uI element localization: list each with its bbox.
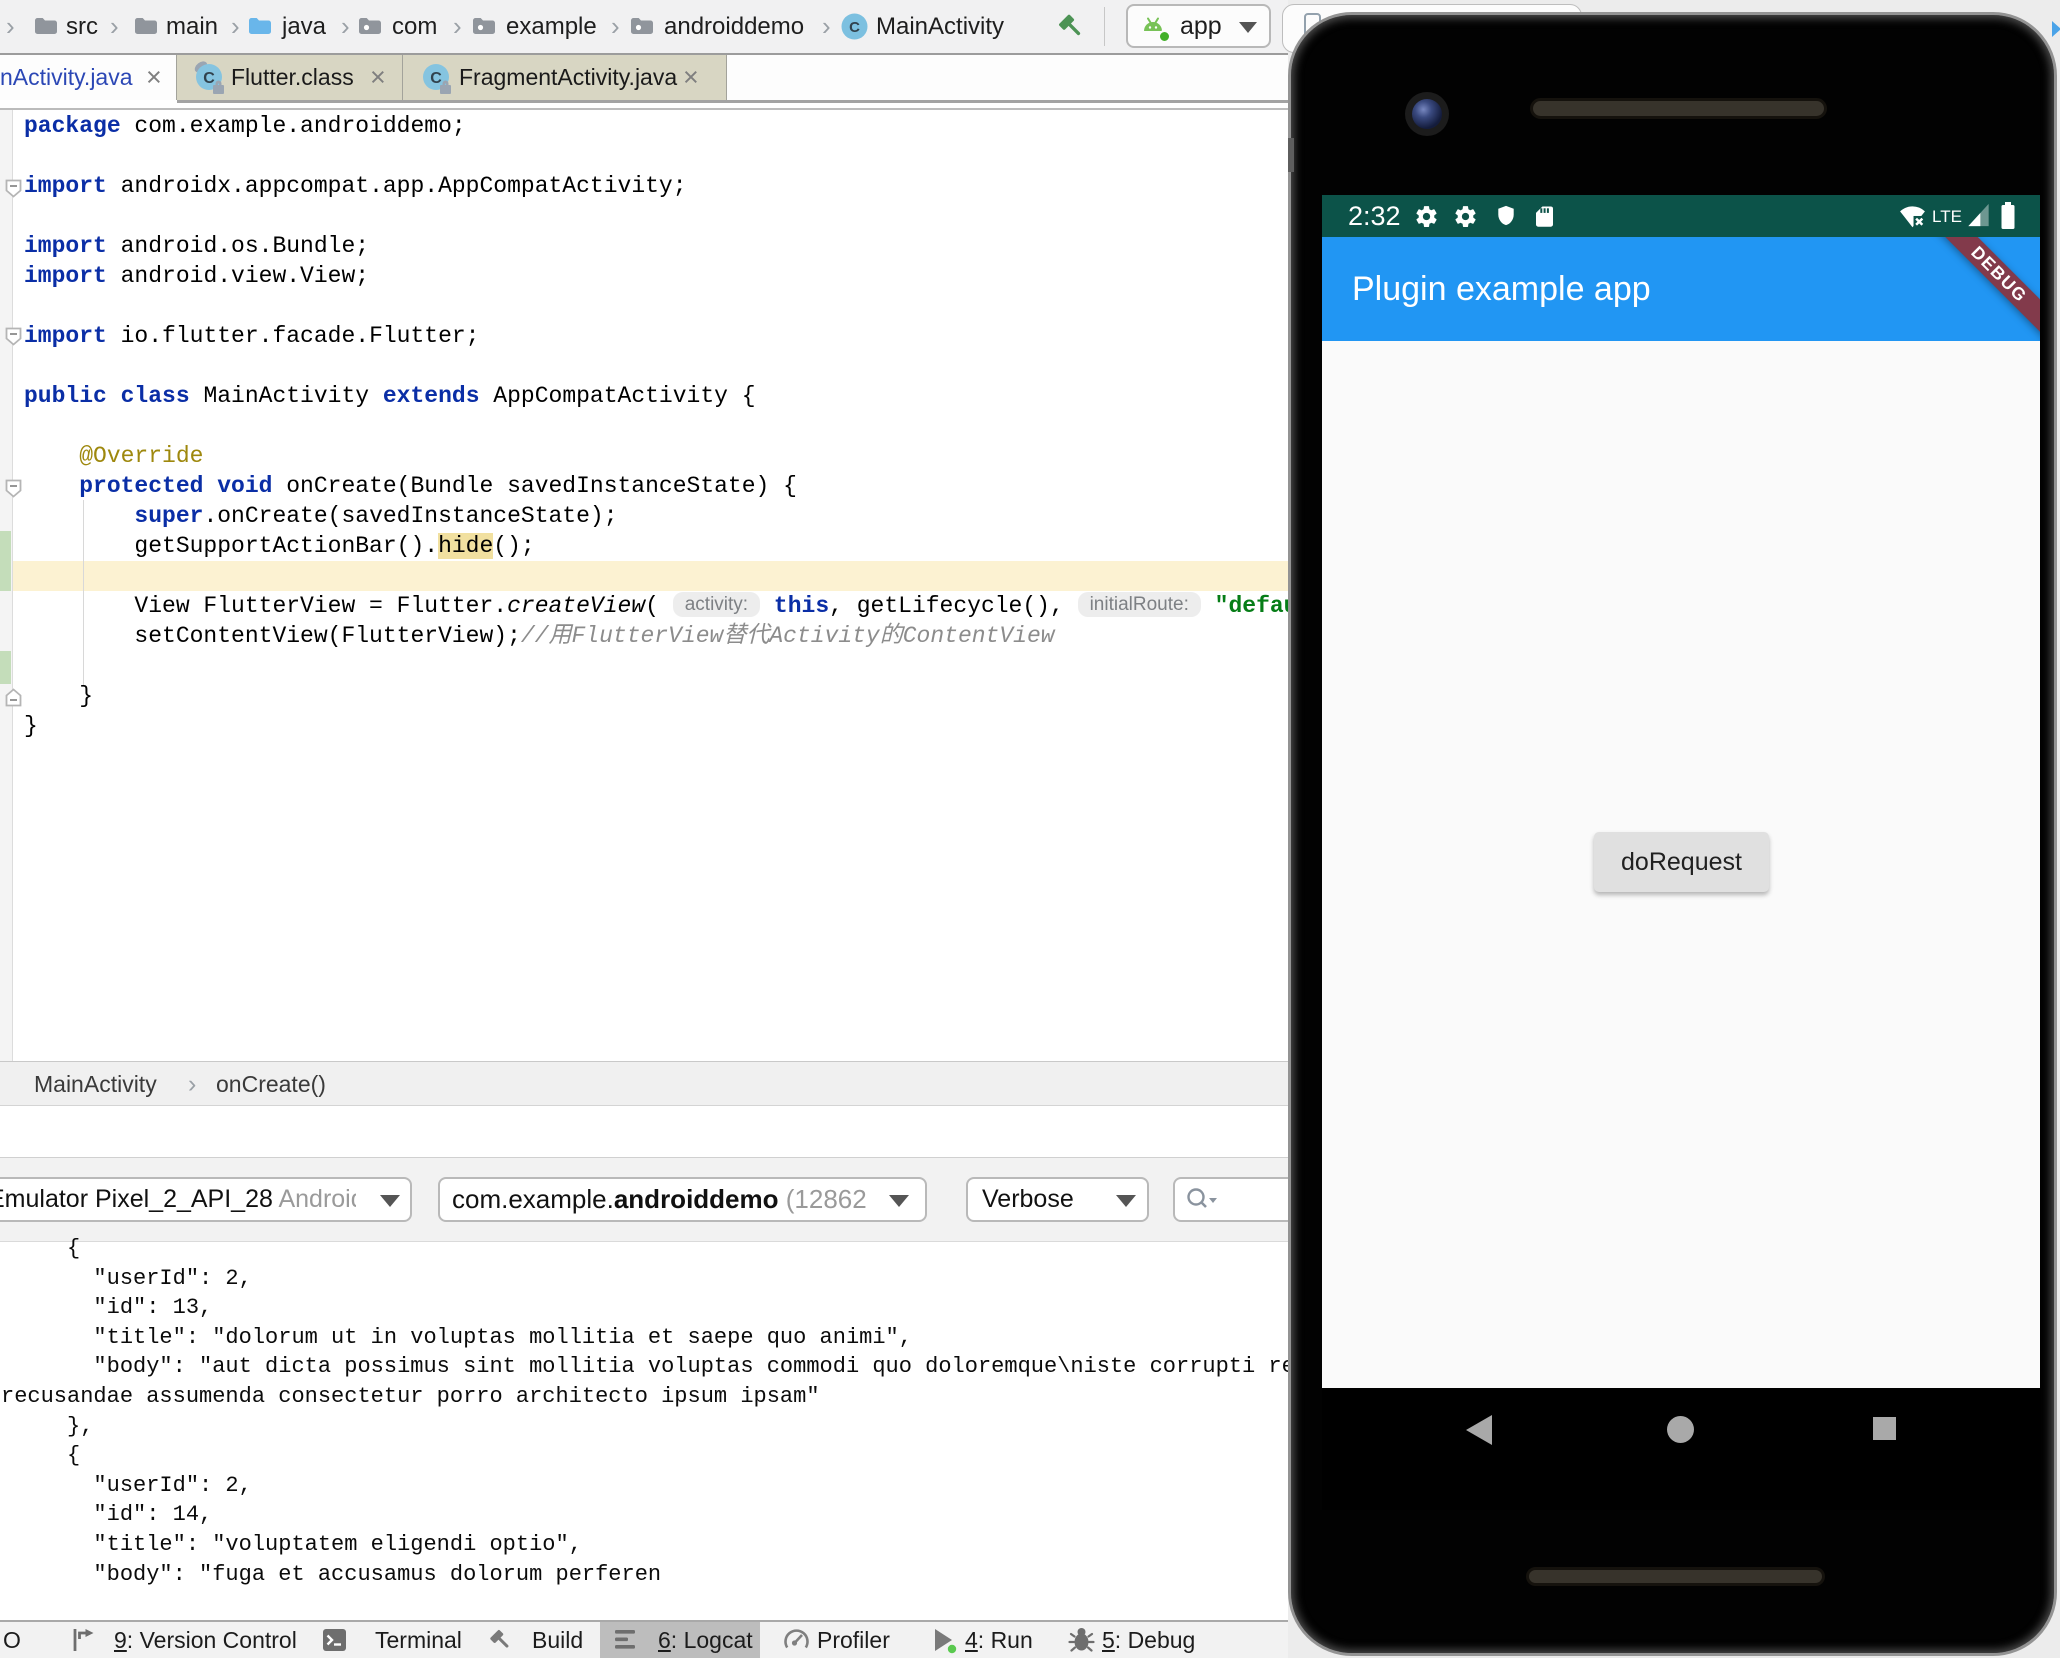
svg-text:C: C bbox=[203, 70, 215, 87]
svg-text:C: C bbox=[849, 19, 860, 36]
svg-text:C: C bbox=[430, 70, 442, 87]
